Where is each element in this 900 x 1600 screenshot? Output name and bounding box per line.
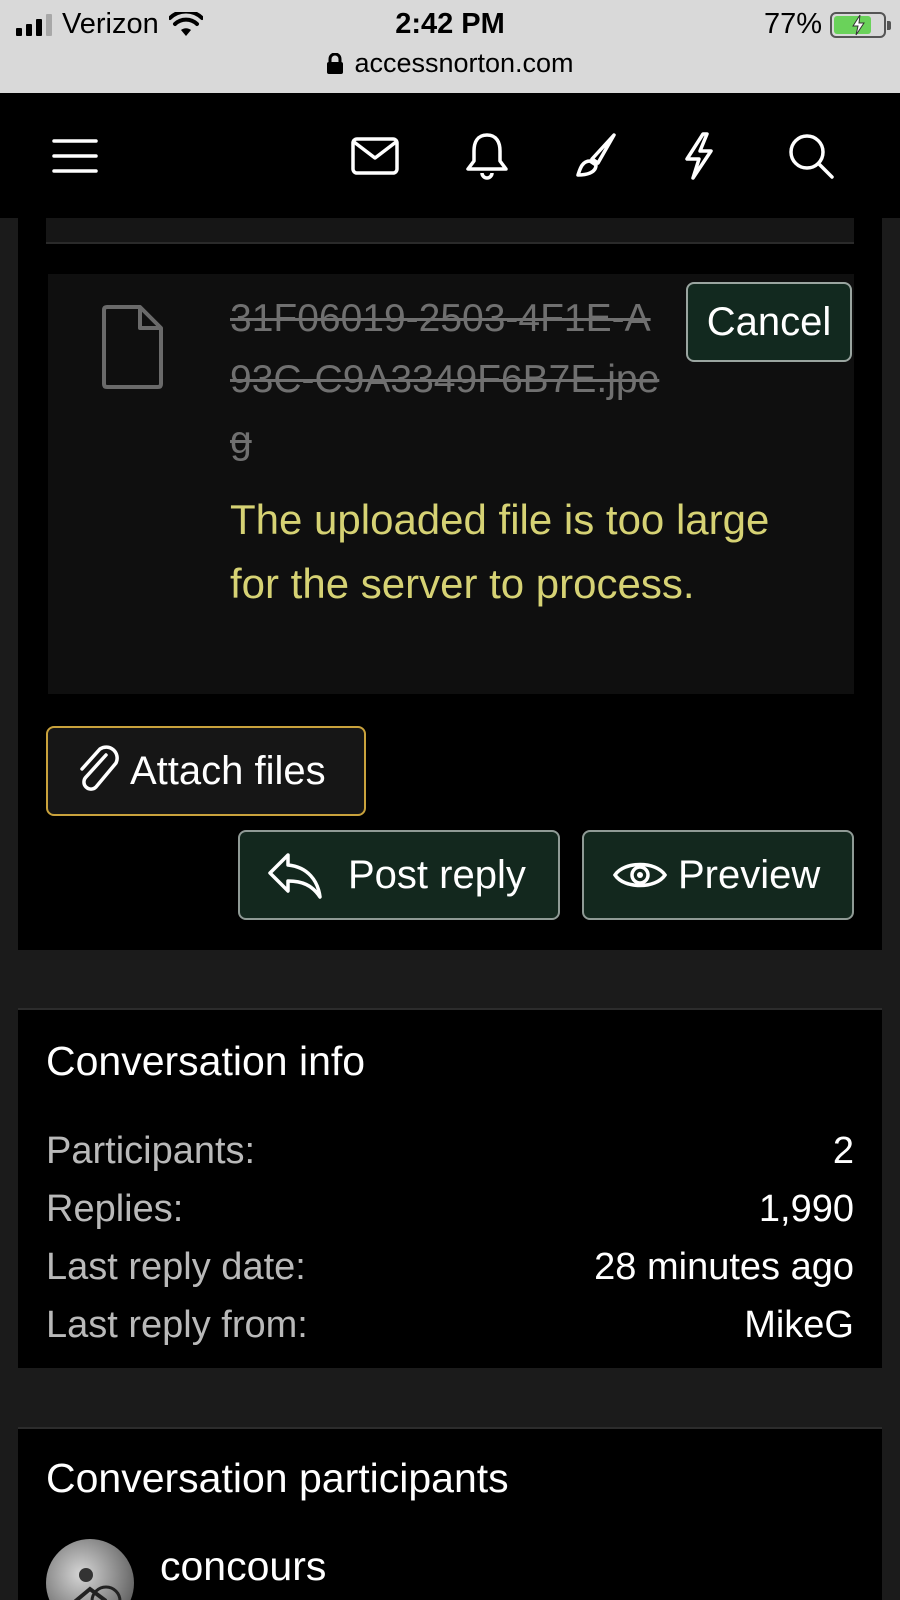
attach-files-label: Attach files [130,748,326,793]
upload-error-message: The uploaded file is too large for the s… [230,496,770,607]
info-label: Last reply from: [46,1304,308,1346]
battery-percent: 77% [763,8,822,40]
post-reply-button[interactable]: Post reply [238,830,560,920]
reply-editor-panel: 31F06019-2503-4F1E-A93C-C9A3349F6B7E.jpe… [18,218,882,950]
mail-icon[interactable] [350,131,400,181]
info-label: Replies: [46,1188,184,1230]
post-reply-label: Post reply [348,852,526,897]
menu-icon[interactable] [50,131,100,181]
status-bar: Verizon 2:42 PM 77% accessnorton.com [0,0,900,93]
conversation-info-panel: Conversation info Participants: 2 Replie… [18,1008,882,1368]
info-label: Participants: [46,1130,256,1172]
eye-icon [612,862,668,888]
info-value: 1,990 [758,1188,854,1230]
info-row-last-reply-date: Last reply date: 28 minutes ago [46,1238,854,1296]
info-row-last-reply-from: Last reply from: MikeG [46,1296,854,1354]
avatar[interactable] [46,1539,134,1600]
info-value: 28 minutes ago [594,1246,854,1288]
last-reply-user-link[interactable]: MikeG [744,1296,854,1354]
url-text: accessnorton.com [354,48,574,78]
file-icon [102,305,163,389]
paperclip-icon [80,745,119,791]
battery-area: 77% [763,8,891,41]
battery-icon [830,11,891,38]
info-row-participants: Participants: 2 [46,1122,854,1180]
info-label: Last reply date: [46,1246,306,1288]
lightning-icon[interactable] [674,131,724,181]
reply-icon [268,853,322,899]
lock-icon [327,52,344,74]
info-row-replies: Replies: 1,990 [46,1180,854,1238]
participants-title: Conversation participants [46,1455,509,1501]
bell-icon[interactable] [462,131,512,181]
search-icon[interactable] [786,131,836,181]
editor-bottom-edge [46,218,854,244]
attachment-upload-item: 31F06019-2503-4F1E-A93C-C9A3349F6B7E.jpe… [48,274,854,694]
conversation-info-title: Conversation info [46,1038,366,1084]
preview-label: Preview [678,852,821,897]
url-bar[interactable]: accessnorton.com [0,48,900,79]
brush-icon[interactable] [570,131,620,181]
preview-button[interactable]: Preview [582,830,854,920]
conversation-participants-panel: Conversation participants concours [18,1427,882,1600]
nav-bar [0,93,900,218]
info-value: 2 [832,1130,854,1172]
participant-name[interactable]: concours [160,1543,326,1590]
cancel-upload-button[interactable]: Cancel [686,282,852,362]
attachment-file-name: 31F06019-2503-4F1E-A93C-C9A3349F6B7E.jpe… [230,297,660,462]
attach-files-button[interactable]: Attach files [46,726,366,816]
